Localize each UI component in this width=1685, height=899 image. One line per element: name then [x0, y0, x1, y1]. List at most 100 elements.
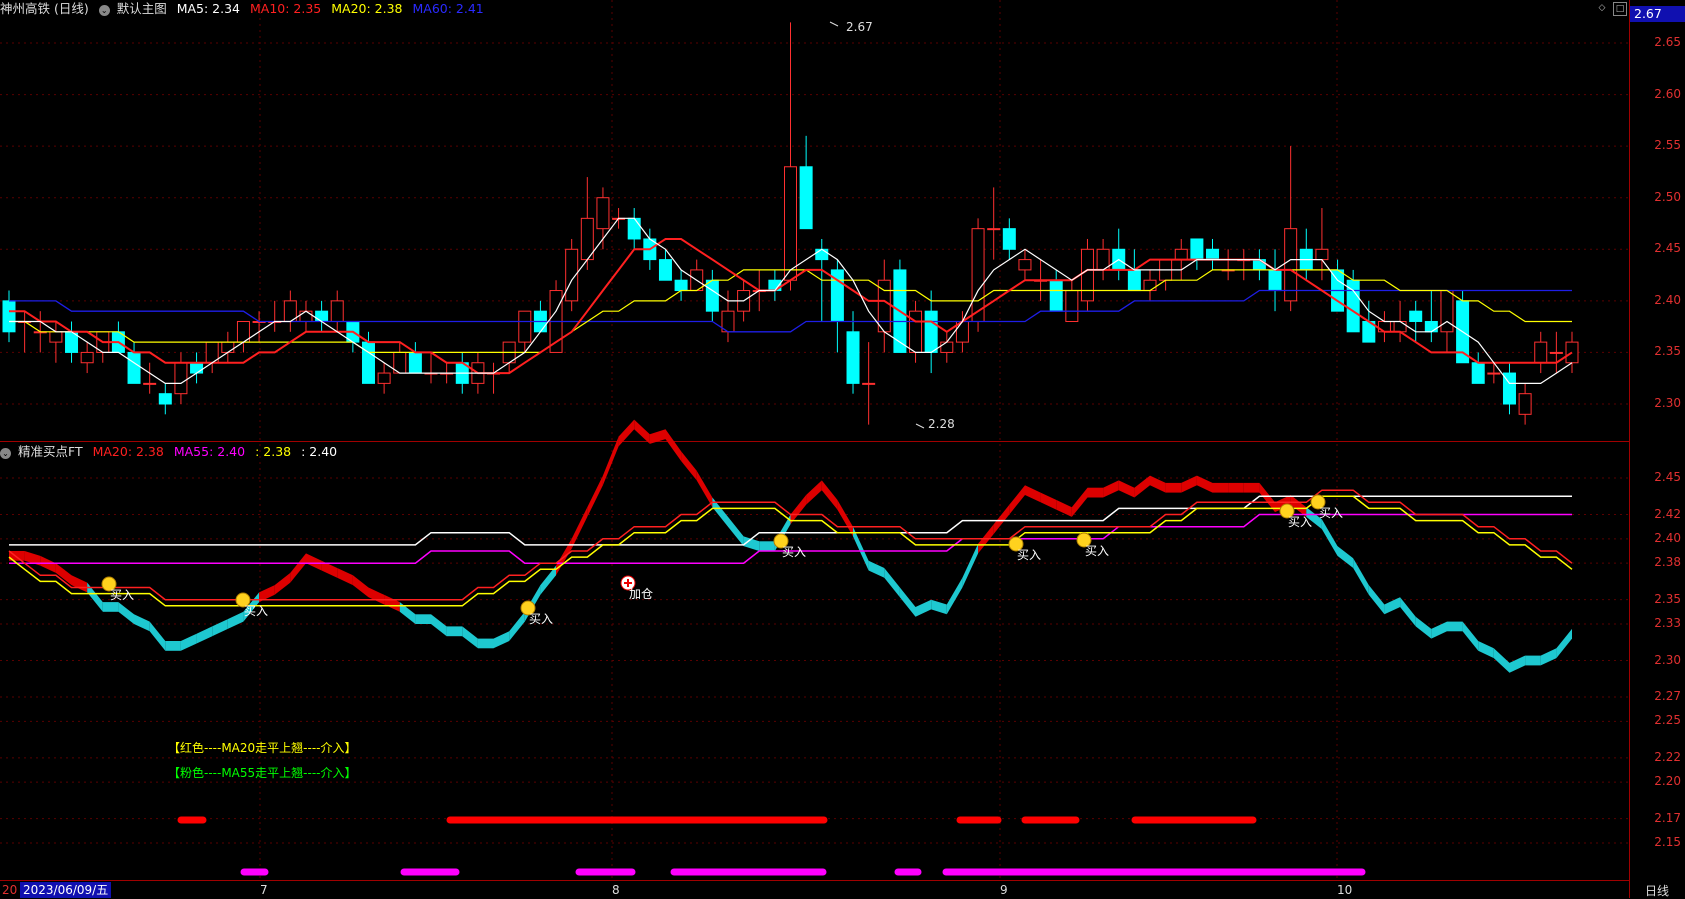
candle-body	[1393, 320, 1407, 333]
trend-ribbon	[571, 507, 588, 549]
candle	[893, 259, 907, 353]
candle-body	[377, 372, 391, 384]
candle	[1346, 269, 1360, 333]
trend-ribbon	[899, 587, 916, 617]
candle	[1112, 228, 1126, 281]
main-axis-tick: 2.35	[1654, 344, 1681, 359]
high-marker-arrow	[829, 21, 839, 27]
candle-body	[987, 228, 1001, 231]
candle-body	[1471, 362, 1485, 384]
sub-axis-tick: 2.25	[1654, 713, 1681, 728]
candle	[705, 269, 719, 322]
high-marker-label: 2.67	[846, 20, 873, 34]
candle-body	[49, 331, 63, 343]
candle-body	[315, 310, 329, 322]
trend-ribbon	[946, 577, 963, 615]
trend-ribbon	[993, 504, 1010, 534]
trend-ribbon	[134, 614, 150, 632]
candle-body	[143, 382, 157, 385]
x-month-8: 8	[612, 883, 620, 897]
main-axis-tick: 2.60	[1654, 86, 1681, 101]
trend-ribbon	[1337, 546, 1354, 568]
candle	[1159, 259, 1173, 291]
trend-ribbon	[196, 626, 213, 644]
signal-label: 买入	[244, 604, 268, 618]
trend-ribbon	[1134, 475, 1150, 498]
signal-label: 买入	[782, 545, 806, 559]
signal-label: 买入	[529, 612, 553, 626]
signal-label: 加仓	[629, 587, 653, 601]
candle-body	[518, 310, 532, 343]
trend-ribbon	[1462, 621, 1479, 651]
low-marker-label: 2.28	[928, 417, 955, 431]
low-marker-arrow	[915, 423, 925, 429]
candle	[1065, 280, 1079, 322]
candle	[377, 362, 391, 394]
candle-body	[1377, 320, 1391, 333]
candle	[252, 311, 266, 343]
candle	[877, 259, 891, 353]
main-axis-tick: 2.65	[1654, 35, 1681, 49]
trend-ribbon	[602, 436, 619, 486]
current-date-cursor: 2023/06/09/五	[20, 882, 112, 898]
candle	[1549, 331, 1563, 374]
trend-ribbon	[227, 611, 244, 629]
sub-axis-tick: 2.15	[1654, 835, 1681, 849]
trend-ribbon	[431, 614, 447, 637]
candle-body	[909, 310, 923, 353]
current-price-tag: 2.67	[1630, 6, 1685, 22]
trend-ribbon	[290, 553, 306, 583]
candle	[1471, 352, 1485, 384]
trend-ribbon	[634, 419, 650, 444]
candle	[1080, 238, 1094, 312]
trend-ribbon	[274, 572, 291, 595]
candle	[1518, 383, 1532, 425]
candle	[299, 300, 313, 332]
trend-ribbon	[1009, 485, 1025, 515]
candle	[690, 259, 704, 292]
candle	[846, 311, 860, 394]
trend-ribbon	[1040, 492, 1057, 510]
candle	[268, 300, 282, 332]
candle	[158, 383, 172, 415]
candle	[221, 331, 235, 363]
trend-ribbon	[1368, 585, 1385, 615]
candle-body	[1174, 248, 1188, 261]
candle-body	[1049, 279, 1063, 312]
trend-ribbon	[1400, 597, 1416, 627]
candle-body	[127, 351, 141, 384]
trend-ribbon	[149, 621, 166, 651]
trend-ribbon	[1165, 482, 1182, 493]
sub-axis-tick: 2.30	[1654, 652, 1681, 667]
candle-body	[1065, 290, 1079, 322]
legend-red-note: 【红色----MA20走平上翘----介入】	[168, 741, 357, 755]
trend-ribbon	[493, 631, 510, 649]
candle	[315, 300, 329, 332]
candle	[346, 320, 360, 353]
period-selector[interactable]: 日线	[1645, 882, 1669, 899]
x-month-10: 10	[1337, 883, 1353, 897]
candle-body	[1409, 310, 1423, 322]
candle-body	[190, 362, 204, 374]
trend-ribbon	[1087, 487, 1104, 498]
signal-label: 买入	[1085, 544, 1109, 558]
trend-ribbon	[1321, 519, 1338, 556]
candle-body	[80, 351, 94, 364]
trend-ribbon	[1478, 641, 1494, 659]
candle	[596, 187, 610, 250]
trend-ribbon	[696, 470, 713, 508]
candle-body	[408, 351, 422, 374]
candle	[1534, 331, 1548, 374]
candle-body	[596, 197, 610, 230]
trend-ribbon	[118, 602, 134, 624]
candle-body	[361, 341, 375, 384]
candle-body	[1018, 259, 1032, 271]
candle-body	[1518, 393, 1532, 415]
candle-body	[299, 310, 313, 322]
candle	[143, 362, 157, 394]
trend-ribbon	[759, 541, 775, 551]
trend-ribbon	[587, 475, 603, 517]
candle	[1190, 238, 1204, 270]
candle	[1268, 249, 1282, 312]
trend-ribbon	[1212, 482, 1229, 493]
